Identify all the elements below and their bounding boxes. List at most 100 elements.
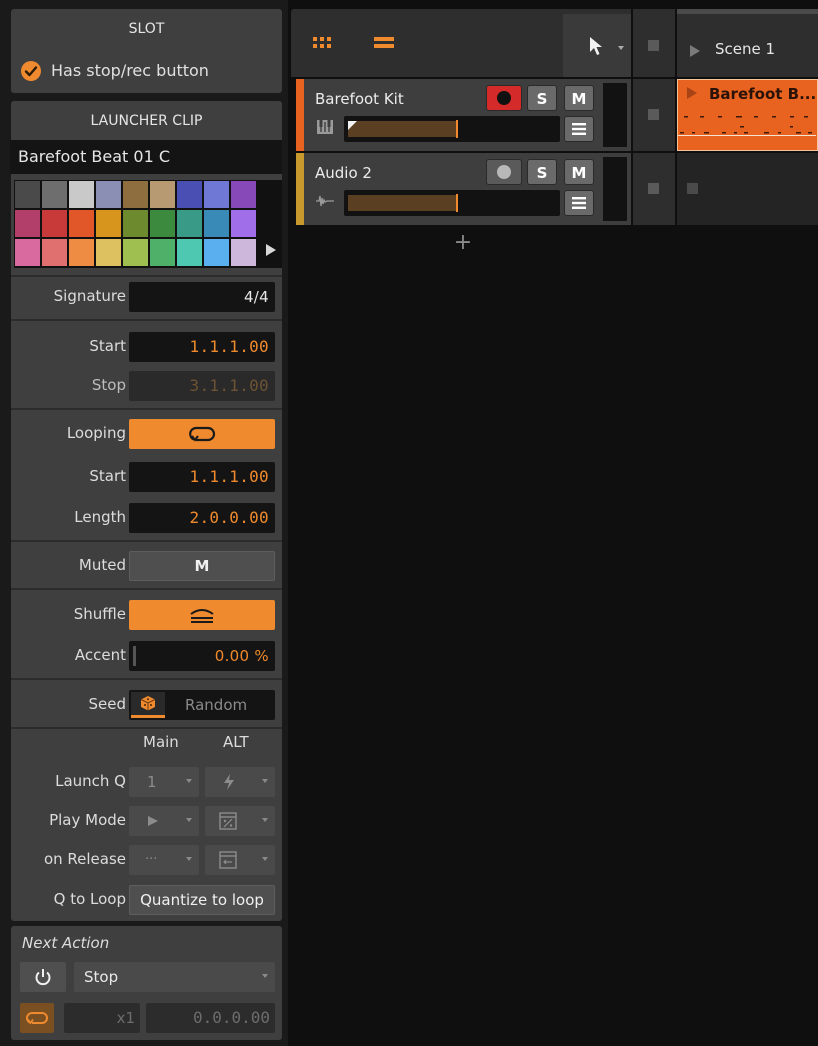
color-swatch[interactable]	[96, 181, 121, 208]
color-swatch[interactable]	[15, 210, 40, 237]
color-swatch[interactable]	[42, 239, 67, 266]
solo-button[interactable]: S	[527, 159, 557, 185]
color-swatch[interactable]	[177, 181, 202, 208]
color-swatch[interactable]	[15, 181, 40, 208]
next-action-power-button[interactable]	[20, 962, 66, 992]
scene-name[interactable]: Scene 1	[715, 40, 775, 58]
looping-toggle[interactable]	[129, 419, 275, 449]
accent-slider-handle[interactable]	[133, 646, 136, 666]
color-swatch[interactable]	[204, 181, 229, 208]
stop-field[interactable]: 3.1.1.00	[129, 371, 275, 401]
color-swatch[interactable]	[123, 181, 148, 208]
color-swatch[interactable]	[231, 239, 256, 266]
color-swatch[interactable]	[15, 239, 40, 266]
mute-button[interactable]: M	[564, 85, 594, 111]
next-action-dropdown[interactable]: Stop	[74, 962, 275, 992]
track-name[interactable]: Audio 2	[315, 164, 372, 182]
color-swatch[interactable]	[150, 181, 175, 208]
start-field[interactable]: 1.1.1.00	[129, 332, 275, 362]
color-swatch[interactable]	[42, 210, 67, 237]
pointer-tool-button[interactable]	[563, 14, 631, 77]
chevron-down-icon	[262, 779, 268, 783]
color-swatch[interactable]	[96, 239, 121, 266]
list-view-button[interactable]	[369, 33, 399, 53]
launch-q-main-dropdown[interactable]: 1	[129, 767, 199, 797]
grid-view-button[interactable]	[307, 33, 337, 53]
stop-button-icon[interactable]	[648, 109, 659, 120]
volume-marker[interactable]	[456, 194, 458, 212]
column-alt-label: ALT	[223, 733, 249, 751]
return-box-icon	[219, 851, 237, 869]
quantize-to-loop-button[interactable]: Quantize to loop	[129, 885, 275, 915]
empty-slot-stop-icon[interactable]	[687, 183, 698, 194]
launcher-header	[291, 9, 631, 77]
on-release-alt-dropdown[interactable]	[205, 845, 275, 875]
accent-field[interactable]: 0.00 %	[129, 641, 275, 671]
track-header-barefoot-kit[interactable]: Barefoot Kit S M	[296, 79, 631, 151]
record-arm-button[interactable]	[486, 159, 522, 185]
inspector-panel: SLOT Has stop/rec button LAUNCHER CLIP B…	[0, 0, 288, 1046]
stop-label: Stop	[91, 376, 126, 394]
color-swatch[interactable]	[204, 210, 229, 237]
play-mode-main-dropdown[interactable]	[129, 806, 199, 836]
color-swatch[interactable]	[69, 181, 94, 208]
column-main-label: Main	[143, 733, 179, 751]
power-icon	[35, 969, 51, 986]
track-name[interactable]: Barefoot Kit	[315, 90, 404, 108]
color-swatch[interactable]	[150, 210, 175, 237]
color-swatch[interactable]	[231, 210, 256, 237]
track-menu-button[interactable]	[564, 190, 594, 216]
volume-marker[interactable]	[456, 120, 458, 138]
muted-button[interactable]: M	[129, 551, 275, 581]
clip-slot-barefoot-kit[interactable]: Barefoot B...	[677, 79, 818, 151]
checkmark-icon[interactable]	[20, 60, 42, 82]
notes-indicator-icon	[348, 121, 357, 130]
color-swatch[interactable]	[42, 181, 67, 208]
next-action-count-field[interactable]: x1	[64, 1003, 140, 1033]
clip-launcher: Scene 1 Barefoot Kit S M Barefoot B... A…	[291, 9, 818, 1046]
percent-box-icon	[219, 812, 237, 830]
clip-name-field[interactable]: Barefoot Beat 01 C	[10, 140, 282, 174]
track-volume-slider[interactable]	[344, 190, 560, 216]
color-swatch[interactable]	[204, 239, 229, 266]
color-swatch[interactable]	[177, 210, 202, 237]
color-swatch[interactable]	[150, 239, 175, 266]
seed-selector[interactable]: Random	[129, 690, 275, 720]
color-swatch[interactable]	[231, 181, 256, 208]
scene-header: Scene 1	[677, 9, 818, 77]
has-stop-rec-option[interactable]: Has stop/rec button	[11, 53, 282, 89]
next-action-time-field[interactable]: 0.0.0.00	[146, 1003, 275, 1033]
launch-q-alt-dropdown[interactable]	[205, 767, 275, 797]
length-field[interactable]: 2.0.0.00	[129, 503, 275, 533]
track-header-audio-2[interactable]: Audio 2 S M	[296, 153, 631, 225]
track-volume-slider[interactable]	[344, 116, 560, 142]
color-swatch[interactable]	[96, 210, 121, 237]
palette-expand-icon[interactable]	[265, 243, 277, 257]
stop-slot-barefoot-kit[interactable]	[633, 79, 675, 151]
color-swatch[interactable]	[123, 239, 148, 266]
clip-note-preview	[678, 116, 816, 136]
next-action-loop-toggle[interactable]	[20, 1003, 54, 1033]
seed-dice-button[interactable]	[131, 692, 165, 718]
track-menu-button[interactable]	[564, 116, 594, 142]
color-swatch[interactable]	[123, 210, 148, 237]
loop-start-field[interactable]: 1.1.1.00	[129, 462, 275, 492]
play-mode-alt-dropdown[interactable]	[205, 806, 275, 836]
scene-play-icon[interactable]	[689, 44, 701, 58]
stop-slot-audio-2[interactable]	[633, 153, 675, 225]
clip-slot-audio-2[interactable]	[677, 153, 818, 225]
stop-all-clips-icon[interactable]	[648, 40, 659, 51]
color-swatch[interactable]	[177, 239, 202, 266]
solo-button[interactable]: S	[527, 85, 557, 111]
clip-play-icon[interactable]	[686, 86, 698, 100]
mute-button[interactable]: M	[564, 159, 594, 185]
signature-field[interactable]: 4/4	[129, 282, 275, 312]
start-value: 1.1.1.00	[189, 337, 269, 356]
color-swatch[interactable]	[69, 239, 94, 266]
color-swatch[interactable]	[69, 210, 94, 237]
record-arm-button[interactable]	[486, 85, 522, 111]
stop-button-icon[interactable]	[648, 183, 659, 194]
add-track-button[interactable]: +	[451, 231, 475, 255]
shuffle-toggle[interactable]	[129, 600, 275, 630]
on-release-main-dropdown[interactable]: ···	[129, 845, 199, 875]
